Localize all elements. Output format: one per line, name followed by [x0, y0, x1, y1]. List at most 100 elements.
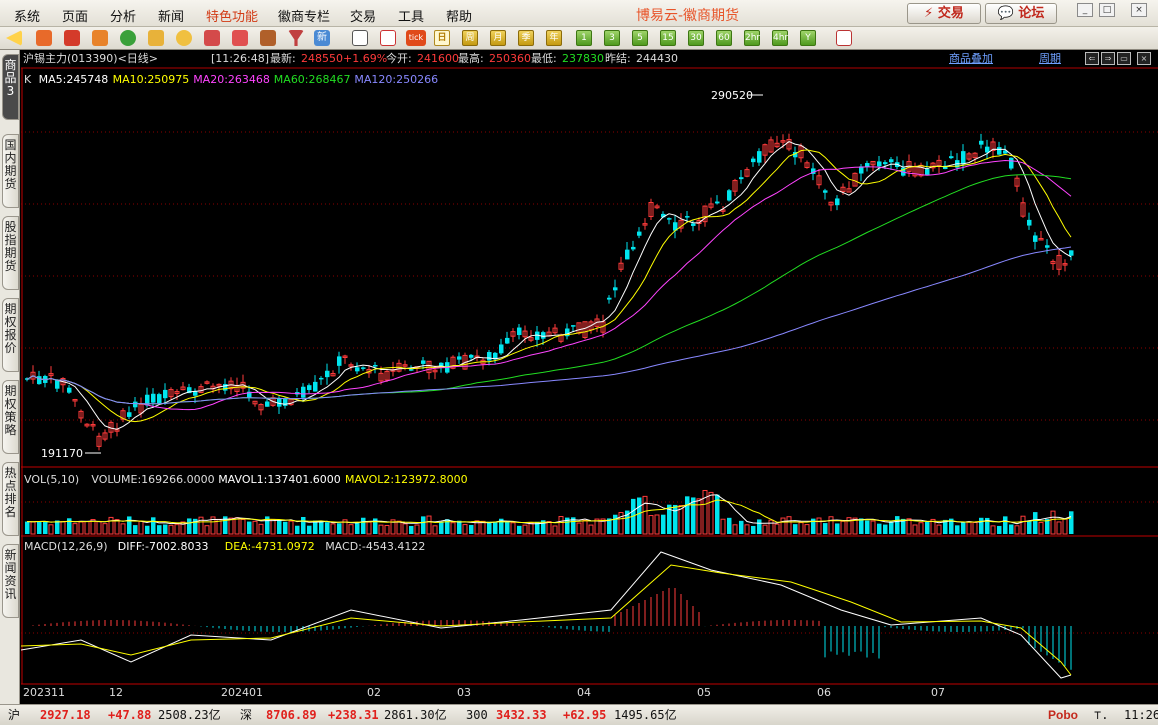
- clock: 11:26: [1124, 708, 1158, 722]
- volume-bar: [313, 520, 318, 534]
- volume-bar: [25, 521, 30, 534]
- maximize-icon[interactable]: □: [1099, 3, 1115, 17]
- period-2hr[interactable]: 2hr: [744, 30, 760, 46]
- bell-icon[interactable]: [260, 30, 276, 46]
- menu-help[interactable]: 帮助: [446, 6, 472, 25]
- commodity-overlay-link[interactable]: 商品叠加: [949, 50, 993, 68]
- volume-bar: [1038, 522, 1044, 535]
- menu-huishang-column[interactable]: 徽商专栏: [278, 6, 330, 25]
- macd-diff: DIFF:-7002.8033: [118, 540, 209, 553]
- volume-bar: [30, 521, 36, 535]
- menu-special-features[interactable]: 特色功能: [206, 6, 258, 25]
- layout-icon[interactable]: [836, 30, 852, 46]
- period-week[interactable]: 周: [462, 30, 478, 46]
- refresh-icon[interactable]: [120, 30, 136, 46]
- close-chart-icon[interactable]: ×: [1137, 52, 1151, 65]
- period-4hr[interactable]: 4hr: [772, 30, 788, 46]
- zoom-in-icon[interactable]: ⇒: [1101, 52, 1115, 65]
- tab-hot-ranking[interactable]: 热点排名: [2, 462, 19, 536]
- ma5-value: MA5:245748: [39, 73, 109, 86]
- menu-news[interactable]: 新闻: [158, 6, 184, 25]
- volume-bar: [673, 504, 678, 534]
- kline-chart-svg[interactable]: K MA5:245748 MA10:250975 MA20:263468 MA60:26…: [21, 50, 1158, 704]
- period-3min[interactable]: 3: [604, 30, 620, 46]
- xaxis-label: 03: [457, 686, 471, 699]
- period-1min[interactable]: 1: [576, 30, 592, 46]
- minimize-icon[interactable]: _: [1077, 3, 1093, 17]
- back-icon[interactable]: [6, 30, 22, 46]
- futures-icon[interactable]: [92, 30, 108, 46]
- period-15min[interactable]: 15: [660, 30, 676, 46]
- volume-bar: [786, 516, 792, 535]
- line-chart-icon[interactable]: [380, 30, 396, 46]
- volume-bar: [774, 523, 780, 535]
- restore-icon[interactable]: ▭: [1117, 52, 1131, 65]
- period-30min[interactable]: 30: [688, 30, 704, 46]
- volume-bar: [637, 497, 642, 534]
- forum-button[interactable]: 💬 论坛: [985, 3, 1057, 24]
- candle-body: [607, 297, 612, 300]
- low-label: 最低:: [531, 52, 557, 65]
- period-month[interactable]: 月: [490, 30, 506, 46]
- new-icon[interactable]: 新: [314, 30, 330, 46]
- c300-label: 300: [466, 708, 488, 722]
- candle-body: [133, 401, 138, 408]
- volume-bar: [145, 525, 150, 534]
- period-custom[interactable]: Y: [800, 30, 816, 46]
- candle-body: [37, 376, 42, 385]
- candle-body: [157, 394, 162, 404]
- xaxis-label: 02: [367, 686, 381, 699]
- tab-index-futures[interactable]: 股指期货: [2, 216, 19, 290]
- menu-trade[interactable]: 交易: [350, 6, 376, 25]
- candle-body: [409, 369, 414, 371]
- menu-page[interactable]: 页面: [62, 6, 88, 25]
- menu-tools[interactable]: 工具: [398, 6, 424, 25]
- sh-amount: 2508.23亿: [158, 708, 221, 722]
- window-icon[interactable]: [204, 30, 220, 46]
- zoom-in-icon[interactable]: [176, 30, 192, 46]
- tab-domestic-futures[interactable]: 国内期货: [2, 134, 19, 208]
- period-day[interactable]: 日: [434, 30, 450, 46]
- table-icon[interactable]: [352, 30, 368, 46]
- macd-dea-line: [21, 564, 1072, 676]
- period-quarter[interactable]: 季: [518, 30, 534, 46]
- volume-bar: [252, 520, 258, 535]
- home-icon[interactable]: [36, 30, 52, 46]
- c300-index: 3432.33: [496, 708, 547, 722]
- candle-body: [55, 380, 60, 389]
- filter-icon[interactable]: [288, 30, 304, 46]
- candle-body: [283, 398, 288, 406]
- volume-bar: [1056, 521, 1062, 535]
- menu-system[interactable]: 系统: [14, 6, 40, 25]
- draw-pen-icon[interactable]: [232, 30, 248, 46]
- macd-dea: DEA:-4731.0972: [225, 540, 315, 553]
- zoom-out-icon[interactable]: ⇐: [1085, 52, 1099, 65]
- volume-bar: [421, 516, 426, 534]
- volume-bar: [108, 516, 114, 535]
- candle-body: [667, 218, 672, 220]
- quote-list-icon[interactable]: [64, 30, 80, 46]
- kline-icon[interactable]: [148, 30, 164, 46]
- sz-change: +238.31: [328, 708, 379, 722]
- chart-area[interactable]: K MA5:245748 MA10:250975 MA20:263468 MA60:26…: [21, 50, 1158, 704]
- period-year[interactable]: 年: [546, 30, 562, 46]
- period-5min[interactable]: 5: [632, 30, 648, 46]
- tab-option-quotes[interactable]: 期权报价: [2, 298, 19, 372]
- volume-bar: [918, 522, 924, 535]
- volume-bar: [151, 517, 156, 534]
- period-60min[interactable]: 60: [716, 30, 732, 46]
- tick-button[interactable]: tick: [406, 30, 426, 46]
- tab-commodity[interactable]: 商品3: [2, 54, 19, 120]
- menu-analysis[interactable]: 分析: [110, 6, 136, 25]
- volume-bar: [414, 524, 420, 535]
- ma60-line: [26, 174, 1072, 405]
- close-icon[interactable]: ×: [1131, 3, 1147, 17]
- tab-option-strategy[interactable]: 期权策略: [2, 380, 19, 454]
- volume-bar: [804, 524, 810, 535]
- volume-bar: [384, 524, 390, 535]
- volume-bar: [816, 517, 822, 535]
- trade-button[interactable]: ⚡ 交易: [907, 3, 981, 24]
- volume-bar: [325, 522, 330, 534]
- period-link[interactable]: 周期: [1039, 50, 1061, 68]
- tab-news[interactable]: 新闻资讯: [2, 544, 19, 618]
